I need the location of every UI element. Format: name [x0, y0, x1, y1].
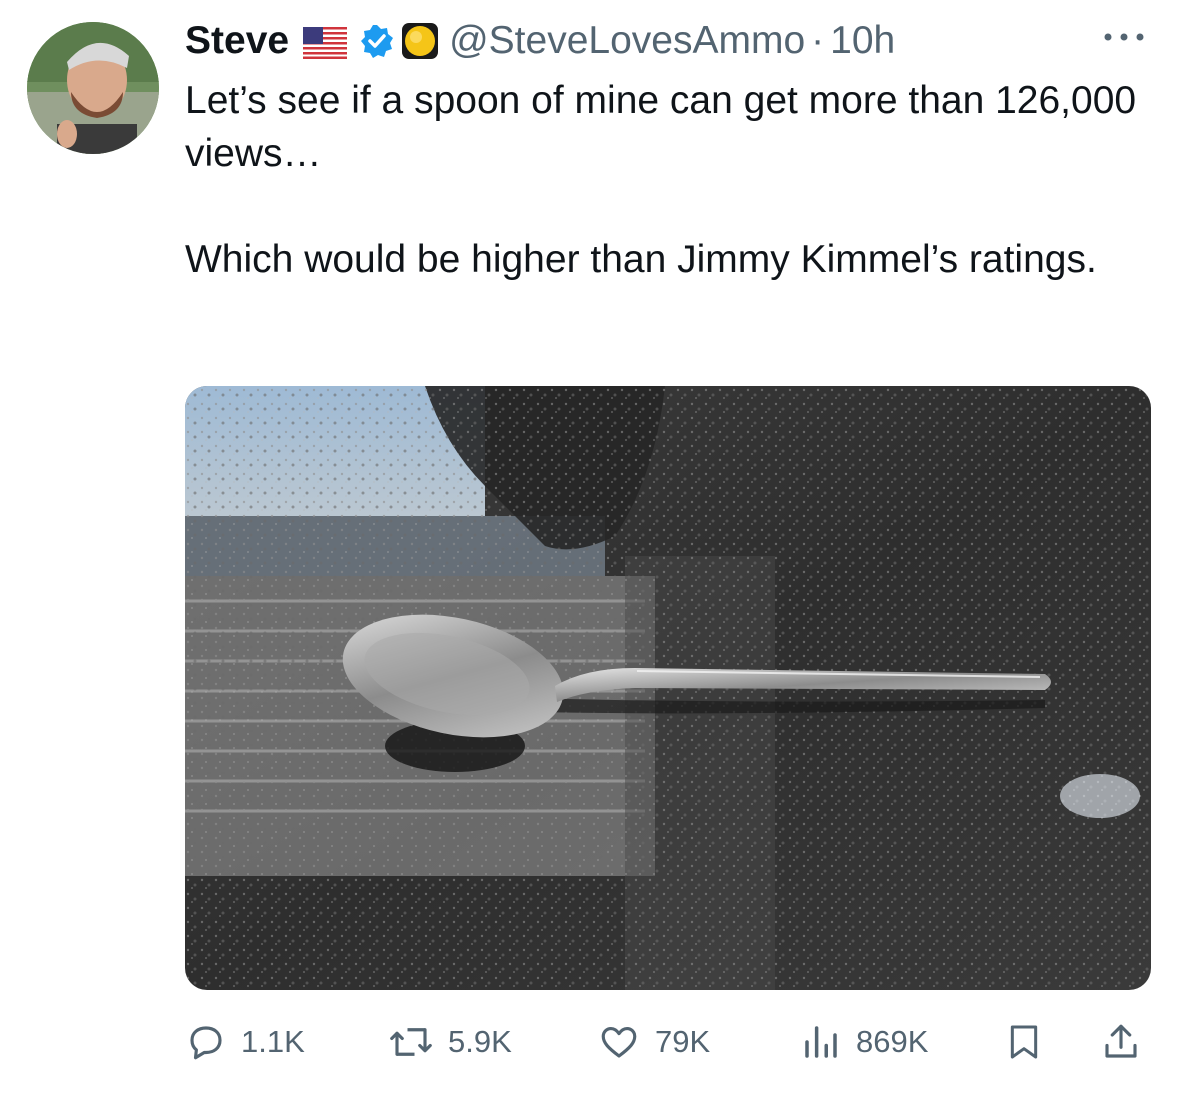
- us-flag-icon: [303, 25, 348, 59]
- like-button[interactable]: 79K: [597, 1010, 710, 1074]
- share-icon: [1100, 1020, 1142, 1064]
- avatar-photo: [27, 22, 159, 154]
- spoon-photo: [185, 386, 1151, 990]
- reply-icon: [185, 1021, 227, 1063]
- action-bar: 1.1K 5.9K 79K 869K: [0, 1010, 1179, 1074]
- tweet-image[interactable]: [185, 386, 1151, 990]
- timestamp[interactable]: 10h: [830, 19, 895, 63]
- display-name[interactable]: Steve: [185, 19, 289, 63]
- avatar[interactable]: [27, 22, 159, 154]
- verified-badge-icon[interactable]: [359, 23, 395, 59]
- share-button[interactable]: [1100, 1010, 1142, 1074]
- user-handle[interactable]: @SteveLovesAmmo: [449, 19, 805, 63]
- more-icon[interactable]: [1099, 24, 1149, 50]
- tweet-header: Steve @SteveLovesAmmo · 10h: [185, 16, 895, 66]
- retweet-icon: [388, 1021, 434, 1063]
- bookmark-button[interactable]: [1004, 1010, 1044, 1074]
- tweet-text: Let’s see if a spoon of mine can get mor…: [185, 79, 1137, 281]
- views-button[interactable]: 869K: [800, 1010, 928, 1074]
- separator-dot: ·: [811, 19, 825, 62]
- retweet-count: 5.9K: [448, 1024, 512, 1059]
- reply-count: 1.1K: [241, 1024, 305, 1059]
- heart-icon: [597, 1021, 641, 1063]
- retweet-button[interactable]: 5.9K: [388, 1010, 512, 1074]
- gold-circle-icon: [401, 22, 439, 60]
- reply-button[interactable]: 1.1K: [185, 1010, 305, 1074]
- views-icon: [800, 1021, 842, 1063]
- views-count: 869K: [856, 1024, 929, 1059]
- like-count: 79K: [655, 1024, 711, 1059]
- bookmark-icon: [1004, 1020, 1044, 1064]
